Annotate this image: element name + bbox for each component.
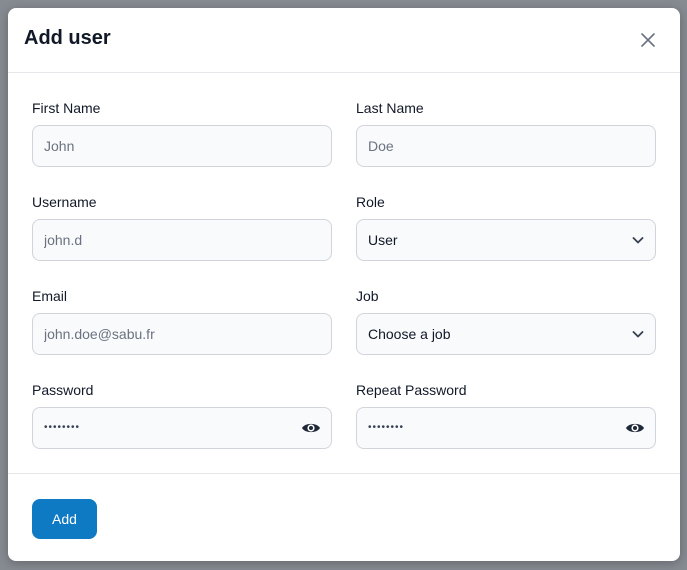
first-name-field: First Name — [32, 99, 332, 167]
email-input[interactable] — [33, 314, 331, 354]
role-select[interactable]: User — [356, 219, 656, 261]
eye-icon[interactable] — [625, 419, 645, 437]
eye-icon[interactable] — [301, 419, 321, 437]
repeat-password-label: Repeat Password — [356, 382, 467, 398]
modal-title: Add user — [24, 27, 111, 49]
first-name-label: First Name — [32, 100, 101, 116]
modal-footer: Add — [8, 474, 680, 561]
password-value: •••••••• — [44, 422, 81, 433]
add-user-modal: Add user First Name Last Name Username — [8, 8, 680, 561]
repeat-password-input[interactable]: •••••••• — [356, 407, 656, 449]
email-field: Email — [32, 287, 332, 355]
username-input[interactable] — [33, 220, 331, 260]
first-name-input[interactable] — [33, 126, 331, 166]
job-select[interactable]: Choose a job — [356, 313, 656, 355]
job-label: Job — [356, 288, 379, 304]
add-button[interactable]: Add — [32, 499, 97, 539]
job-select-value: Choose a job — [368, 326, 451, 342]
password-label: Password — [32, 382, 94, 398]
first-name-control — [32, 125, 332, 167]
role-select-value: User — [368, 232, 398, 248]
last-name-field: Last Name — [356, 99, 656, 167]
chevron-down-icon — [632, 331, 644, 338]
password-field: Password •••••••• — [32, 381, 332, 449]
username-field: Username — [32, 193, 332, 261]
modal-header: Add user — [8, 8, 680, 73]
repeat-password-value: •••••••• — [368, 422, 405, 433]
email-label: Email — [32, 288, 68, 304]
last-name-input[interactable] — [357, 126, 655, 166]
last-name-label: Last Name — [356, 100, 424, 116]
role-label: Role — [356, 194, 385, 210]
modal-body: First Name Last Name Username Role User — [8, 73, 680, 474]
email-control — [32, 313, 332, 355]
last-name-control — [356, 125, 656, 167]
job-field: Job Choose a job — [356, 287, 656, 355]
close-button[interactable] — [636, 28, 660, 52]
role-field: Role User — [356, 193, 656, 261]
chevron-down-icon — [632, 237, 644, 244]
username-control — [32, 219, 332, 261]
password-input[interactable]: •••••••• — [32, 407, 332, 449]
close-icon — [641, 33, 655, 47]
username-label: Username — [32, 194, 97, 210]
repeat-password-field: Repeat Password •••••••• — [356, 381, 656, 449]
